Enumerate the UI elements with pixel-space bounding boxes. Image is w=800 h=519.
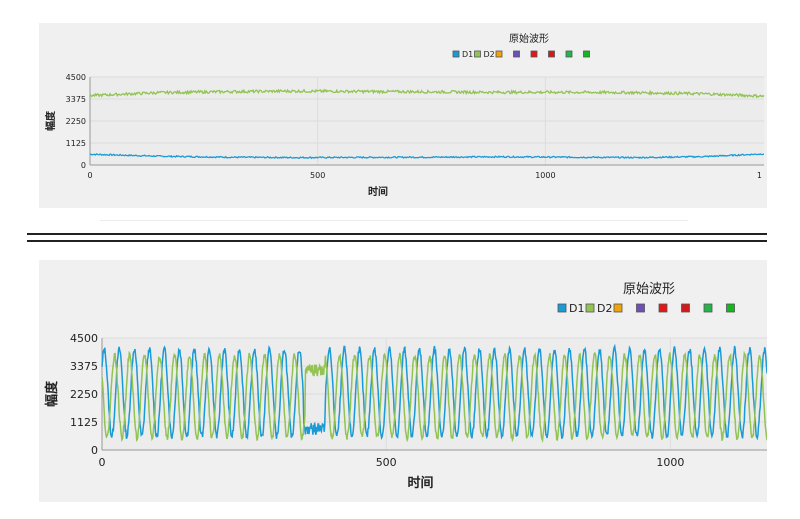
- legend-swatch: [530, 50, 538, 58]
- y-tick-label: 2250: [66, 117, 86, 126]
- x-tick-label: 1000: [535, 171, 555, 180]
- legend-swatch: [726, 303, 735, 313]
- y-tick-label: 0: [81, 161, 86, 170]
- y-tick-label: 4500: [70, 332, 98, 345]
- y-tick-label: 3375: [66, 95, 86, 104]
- y-axis-label: 幅度: [44, 110, 57, 131]
- y-axis-label: 幅度: [44, 380, 60, 407]
- legend-label: D2: [484, 50, 495, 59]
- legend-swatch: [703, 303, 713, 313]
- chart-panel-bottom: 0 1125 2250 3375 4500 0 500 1000 原始波形 D1 D2 时间 幅度: [39, 260, 768, 502]
- y-tick-label: 1125: [70, 416, 98, 429]
- y-tick-label: 4500: [66, 73, 86, 82]
- chart-title: 原始波形: [509, 32, 549, 45]
- x-axis-label: 时间: [407, 475, 433, 491]
- chart-panel-top: 0 1125 2250 3375 4500 0 500 1000 1 原始波形 D1 D2 时间 幅度: [39, 23, 767, 208]
- legend-label: D2: [597, 302, 612, 315]
- y-tick-label: 2250: [70, 388, 98, 401]
- divider-rule: [27, 240, 767, 242]
- legend-swatch: [658, 303, 668, 313]
- x-tick-label: 0: [99, 456, 106, 469]
- x-tick-label: 500: [376, 456, 397, 469]
- y-tick-label: 3375: [70, 360, 98, 373]
- legend-swatch: [565, 50, 573, 58]
- legend-swatch: [613, 303, 623, 313]
- y-tick-label: 1125: [66, 139, 86, 148]
- legend-label: D1: [462, 50, 473, 59]
- legend-swatch: [513, 50, 520, 58]
- legend-swatch: [636, 303, 645, 313]
- legend-swatch: [452, 50, 460, 58]
- x-axis-label: 时间: [368, 185, 388, 198]
- chart-top: 0 1125 2250 3375 4500 0 500 1000 1 原始波形 D1 D2 时间 幅度: [44, 32, 765, 198]
- chart-title: 原始波形: [623, 282, 675, 297]
- legend-swatch: [557, 303, 567, 313]
- divider-faint: [100, 220, 688, 221]
- legend-swatch: [548, 50, 555, 58]
- legend-swatch: [681, 303, 690, 313]
- y-tick-label: 0: [91, 444, 98, 457]
- legend-swatch: [583, 50, 590, 58]
- x-tick-label: 1: [757, 171, 762, 180]
- legend-swatch: [474, 50, 481, 58]
- x-tick-label: 500: [310, 171, 325, 180]
- x-tick-label: 1000: [656, 456, 684, 469]
- legend-swatch: [495, 50, 503, 58]
- chart-bottom: 0 1125 2250 3375 4500 0 500 1000 原始波形 D1 D2 时间 幅度: [44, 282, 768, 491]
- legend-label: D1: [569, 302, 584, 315]
- divider-rule: [27, 233, 767, 235]
- x-tick-label: 0: [87, 171, 92, 180]
- legend-swatch: [585, 303, 595, 313]
